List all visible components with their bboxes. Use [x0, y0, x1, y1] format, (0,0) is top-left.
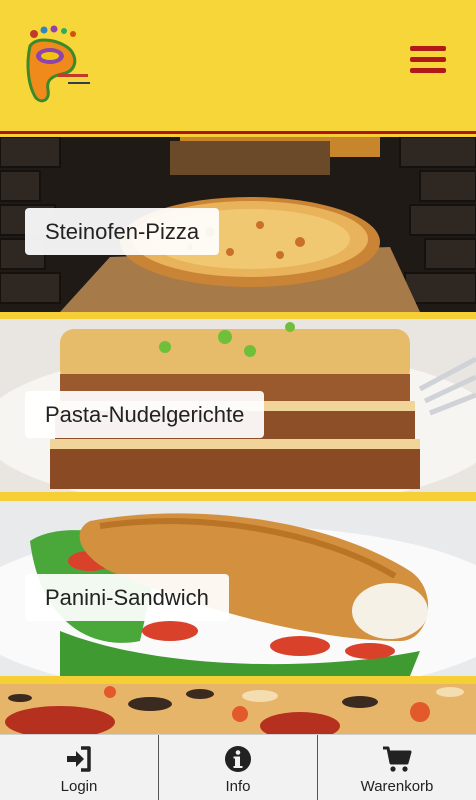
pizza-pia-logo[interactable] — [22, 24, 94, 104]
info-icon — [225, 746, 251, 772]
app-screen: Steinofen-Pizza Pasta-Nudelgerichte Pani… — [0, 0, 476, 800]
bottom-tab-bar: Login Info Warenkorb — [0, 734, 476, 800]
category-card-pizza-toppings[interactable] — [0, 684, 476, 734]
hamburger-icon-line — [410, 68, 446, 73]
category-card-pizza[interactable]: Steinofen-Pizza — [0, 137, 476, 312]
pizza-toppings-image — [0, 684, 476, 734]
tab-label: Warenkorb — [360, 778, 434, 795]
category-separator — [0, 492, 476, 501]
app-header — [0, 0, 476, 134]
cart-icon — [383, 746, 412, 772]
category-label: Steinofen-Pizza — [25, 208, 220, 255]
hamburger-icon-line — [410, 57, 446, 62]
tab-label: Info — [225, 778, 251, 795]
hamburger-icon — [410, 46, 446, 51]
category-card-pasta[interactable]: Pasta-Nudelgerichte — [0, 319, 476, 492]
category-separator — [0, 312, 476, 319]
category-separator — [0, 676, 476, 684]
tab-label: Login — [60, 778, 98, 795]
login-icon — [67, 746, 91, 772]
hamburger-menu-button[interactable] — [410, 46, 446, 76]
category-label: Panini-Sandwich — [25, 574, 229, 621]
tab-info[interactable]: Info — [159, 735, 318, 800]
tab-warenkorb[interactable]: Warenkorb — [318, 735, 476, 800]
category-card-panini[interactable]: Panini-Sandwich — [0, 501, 476, 676]
tab-login[interactable]: Login — [0, 735, 159, 800]
category-label: Pasta-Nudelgerichte — [25, 391, 265, 438]
